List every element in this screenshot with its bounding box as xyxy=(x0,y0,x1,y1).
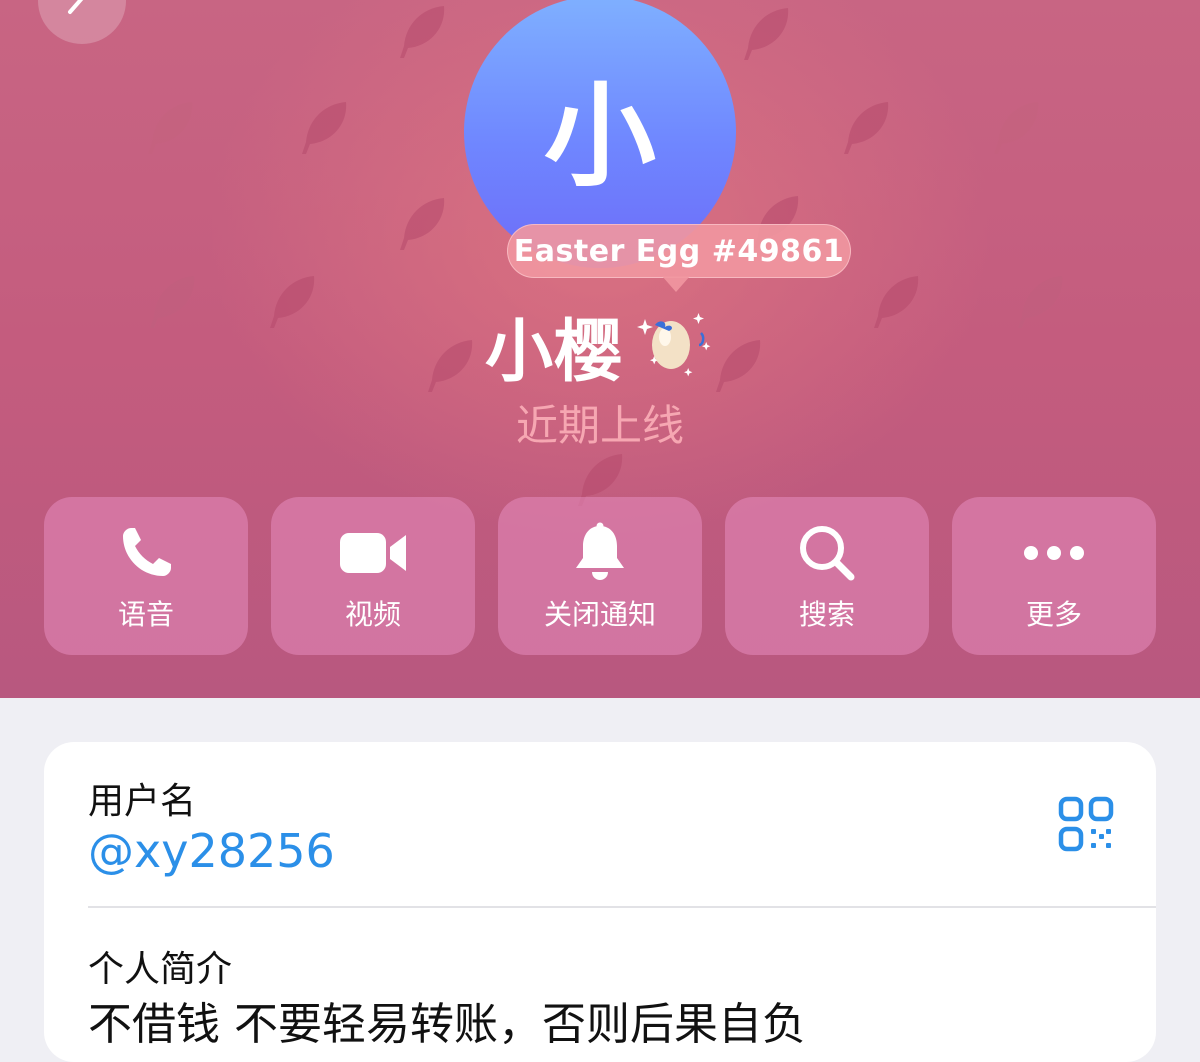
qr-code-icon[interactable] xyxy=(1058,796,1114,852)
voice-call-label: 语音 xyxy=(117,598,174,631)
egg-emoji-status-icon[interactable] xyxy=(625,305,715,385)
feather-icon xyxy=(744,8,789,60)
username-label: 用户名 xyxy=(88,781,197,822)
bio-label: 个人简介 xyxy=(88,949,233,990)
avatar-initial: 小 xyxy=(544,72,656,202)
chevron-left-icon xyxy=(68,0,84,14)
more-button[interactable]: 更多 xyxy=(952,497,1156,655)
phone-icon xyxy=(123,528,171,576)
mute-notifications-button[interactable]: 关闭通知 xyxy=(498,497,702,655)
bio-text: 不借钱 不要轻易转账，否则后果自负 xyxy=(88,999,806,1050)
search-button[interactable]: 搜索 xyxy=(725,497,929,655)
video-call-label: 视频 xyxy=(344,598,401,631)
online-status: 近期上线 xyxy=(515,401,684,450)
badge-tail xyxy=(662,276,690,292)
divider xyxy=(88,906,1156,908)
profile-name: 小樱 xyxy=(484,312,623,392)
feather-icon xyxy=(302,102,347,154)
search-label: 搜索 xyxy=(798,598,855,631)
bell-icon xyxy=(576,522,624,580)
action-bar: 语音 视频 关闭通知 搜索 更多 xyxy=(44,497,1156,655)
easter-egg-badge[interactable]: Easter Egg #49861 xyxy=(507,224,851,278)
name-row: 小樱 xyxy=(0,300,1200,392)
more-label: 更多 xyxy=(1025,598,1082,631)
username-link[interactable]: @xy28256 xyxy=(88,824,335,878)
feather-icon xyxy=(400,198,445,250)
search-icon xyxy=(800,526,855,581)
mute-notifications-label: 关闭通知 xyxy=(543,598,656,631)
feather-icon xyxy=(400,6,445,58)
back-button[interactable] xyxy=(38,0,126,44)
info-card: 用户名 @xy28256 个人简介 不借钱 不要轻易转账，否则后果自负 xyxy=(44,742,1156,1062)
voice-call-button[interactable]: 语音 xyxy=(44,497,248,655)
more-dots-icon xyxy=(1024,546,1084,560)
video-camera-icon xyxy=(340,533,406,573)
feather-icon xyxy=(844,102,889,154)
video-call-button[interactable]: 视频 xyxy=(271,497,475,655)
feather-icon xyxy=(994,102,1039,154)
feather-icon xyxy=(148,102,193,154)
profile-header: 小 Easter Egg #49861 小樱 近期上线 语音 视频 关闭通知 搜… xyxy=(0,0,1200,698)
